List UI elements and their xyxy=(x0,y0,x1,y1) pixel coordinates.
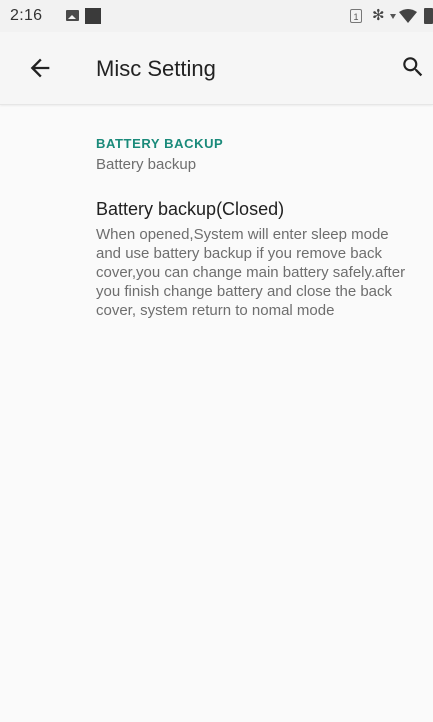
signal-icon xyxy=(390,14,396,19)
back-button[interactable] xyxy=(26,54,54,82)
preference-title: Battery backup(Closed) xyxy=(96,199,285,219)
bluetooth-icon: ✻ xyxy=(372,7,385,24)
arrow-back-icon xyxy=(30,58,50,78)
category-summary: Battery backup xyxy=(96,156,197,173)
preference-summary: When opened,System will enter sleep mode… xyxy=(96,226,406,319)
status-bar: 2:16 1 ✻ xyxy=(0,0,433,32)
battery-backup-preference[interactable]: Battery backup(Closed) When opened,Syste… xyxy=(96,199,416,320)
notification-square-icon xyxy=(85,8,101,24)
status-time: 2:16 xyxy=(10,7,43,24)
sim-icon: 1 xyxy=(350,9,362,23)
wifi-icon xyxy=(399,9,417,23)
search-button[interactable] xyxy=(400,54,426,80)
image-icon xyxy=(66,10,79,21)
category-title: BATTERY BACKUP xyxy=(96,136,224,151)
preference-list: BATTERY BACKUP Battery backup Battery ba… xyxy=(96,104,416,320)
page-title: Misc Setting xyxy=(96,56,216,81)
battery-icon xyxy=(424,8,433,24)
app-bar: Misc Setting xyxy=(0,32,433,105)
search-icon xyxy=(403,57,423,77)
